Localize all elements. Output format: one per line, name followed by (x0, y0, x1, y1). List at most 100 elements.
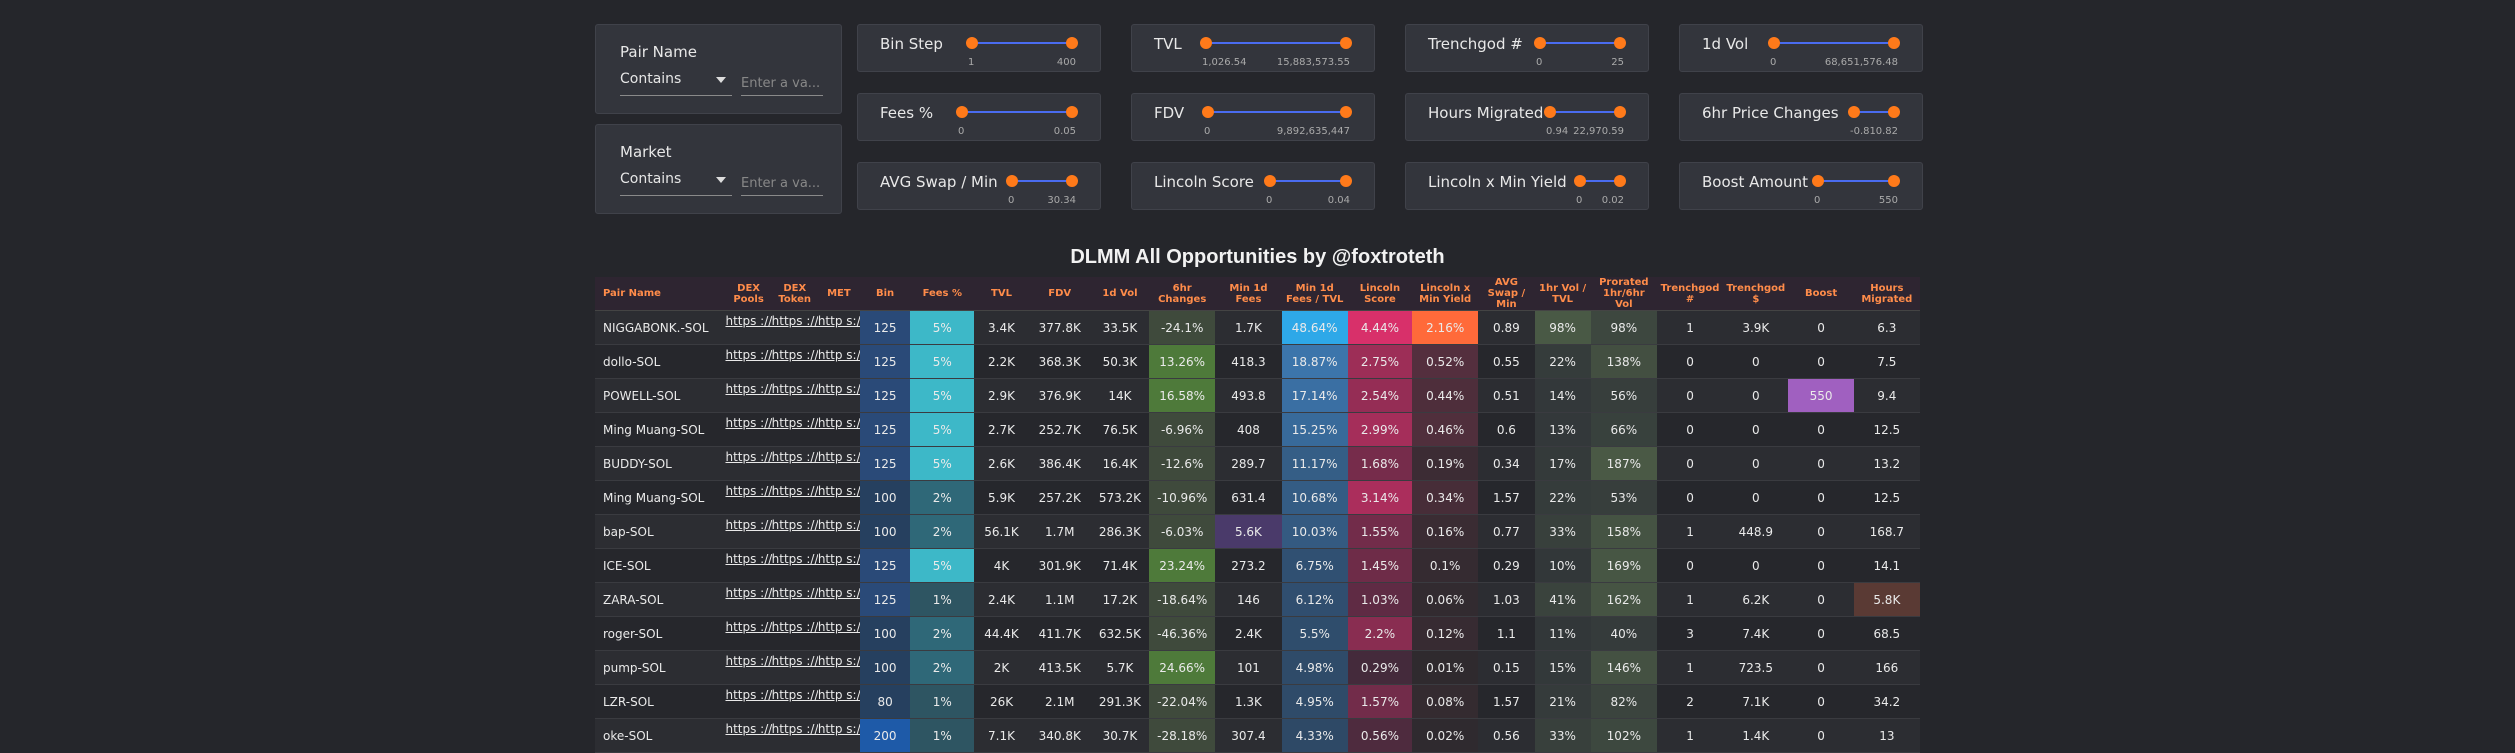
range-slider-track[interactable] (1264, 175, 1352, 187)
column-header[interactable]: Fees % (910, 277, 975, 311)
dex-pools-link[interactable]: https ://de (725, 718, 772, 753)
range-slider-track[interactable] (1544, 106, 1626, 118)
dex-pools-link[interactable]: https ://de (725, 582, 772, 617)
met-link[interactable]: http s://a (817, 480, 860, 515)
dex-token-link[interactable]: https ://de (771, 582, 818, 617)
met-link[interactable]: http s://a (817, 684, 860, 719)
met-link[interactable]: http s://a (817, 718, 860, 753)
column-header[interactable]: DEX Pools (725, 277, 772, 311)
range-slider-track[interactable] (1812, 175, 1900, 187)
column-header[interactable]: Min 1d Fees (1215, 277, 1282, 311)
range-slider-track[interactable] (966, 37, 1078, 49)
dex-pools-link[interactable]: https ://de (725, 480, 772, 515)
column-header[interactable]: TVL (974, 277, 1029, 311)
slider-min-handle[interactable] (1264, 175, 1276, 187)
dex-token-link[interactable]: https ://de (771, 412, 818, 447)
column-header[interactable]: Pair Name (595, 277, 726, 311)
met-link[interactable]: http s://a (817, 650, 860, 685)
range-slider-track[interactable] (1534, 37, 1626, 49)
slider-min-handle[interactable] (1544, 106, 1556, 118)
range-slider-track[interactable] (1200, 37, 1352, 49)
column-header[interactable]: FDV (1028, 277, 1091, 311)
slider-min-handle[interactable] (956, 106, 968, 118)
slider-max-handle[interactable] (1066, 37, 1078, 49)
slider-min-handle[interactable] (1574, 175, 1586, 187)
met-link[interactable]: http s://a (817, 344, 860, 379)
slider-max-handle[interactable] (1340, 37, 1352, 49)
slider-max-handle[interactable] (1614, 37, 1626, 49)
slider-max-handle[interactable] (1888, 106, 1900, 118)
dex-token-link[interactable]: https ://de (771, 548, 818, 583)
column-header[interactable]: DEX Token (771, 277, 818, 311)
met-link[interactable]: http s://a (817, 582, 860, 617)
dex-token-link[interactable]: https ://de (771, 378, 818, 413)
dex-pools-link[interactable]: https ://de (725, 446, 772, 481)
dex-pools-link[interactable]: https ://de (725, 616, 772, 651)
range-slider-track[interactable] (956, 106, 1078, 118)
filter-value-input[interactable] (741, 71, 823, 96)
dex-pools-link[interactable]: https ://de (725, 344, 772, 379)
met-link[interactable]: http s://a (817, 378, 860, 413)
dex-pools-link[interactable]: https ://de (725, 412, 772, 447)
dex-pools-link[interactable]: https ://de (725, 310, 772, 345)
filter-value-input[interactable] (741, 171, 823, 196)
dex-token-link[interactable]: https ://de (771, 650, 818, 685)
slider-min-handle[interactable] (1812, 175, 1824, 187)
range-slider-track[interactable] (1848, 106, 1900, 118)
dex-token-link[interactable]: https ://de (771, 344, 818, 379)
filter-operator-select[interactable]: Contains (620, 71, 732, 96)
column-header[interactable]: Min 1d Fees / TVL (1281, 277, 1348, 311)
column-header[interactable]: Trenchgod $ (1723, 277, 1789, 311)
dex-pools-link[interactable]: https ://de (725, 378, 772, 413)
met-link[interactable]: http s://a (817, 514, 860, 549)
dex-token-link[interactable]: https ://de (771, 684, 818, 719)
slider-min-handle[interactable] (1202, 106, 1214, 118)
dex-token-link[interactable]: https ://de (771, 480, 818, 515)
column-header[interactable]: Bin (859, 277, 911, 311)
column-header[interactable]: 6hr Changes (1149, 277, 1216, 311)
dex-token-link[interactable]: https ://de (771, 446, 818, 481)
range-slider-track[interactable] (1202, 106, 1352, 118)
range-slider-track[interactable] (1574, 175, 1626, 187)
column-header[interactable]: 1hr Vol / TVL (1534, 277, 1591, 311)
slider-min-handle[interactable] (1200, 37, 1212, 49)
slider-min-handle[interactable] (1006, 175, 1018, 187)
slider-max-handle[interactable] (1614, 106, 1626, 118)
met-link[interactable]: http s://a (817, 616, 860, 651)
column-header[interactable]: Boost (1788, 277, 1854, 311)
met-link[interactable]: http s://a (817, 310, 860, 345)
column-header[interactable]: Lincoln x Min Yield (1412, 277, 1479, 311)
dex-pools-link[interactable]: https ://de (725, 650, 772, 685)
column-header[interactable]: 1d Vol (1090, 277, 1150, 311)
slider-max-handle[interactable] (1340, 106, 1352, 118)
met-link[interactable]: http s://a (817, 548, 860, 583)
met-link[interactable]: http s://a (817, 412, 860, 447)
dex-pools-link[interactable]: https ://de (725, 548, 772, 583)
slider-max-handle[interactable] (1066, 175, 1078, 187)
slider-min-handle[interactable] (1848, 106, 1860, 118)
slider-min-handle[interactable] (1534, 37, 1546, 49)
column-header[interactable]: Lincoln Score (1347, 277, 1413, 311)
filter-operator-select[interactable]: Contains (620, 171, 732, 196)
column-header[interactable]: Hours Migrated (1853, 277, 1920, 311)
slider-max-handle[interactable] (1614, 175, 1626, 187)
dex-token-link[interactable]: https ://de (771, 514, 818, 549)
range-slider-track[interactable] (1006, 175, 1078, 187)
column-header[interactable]: Prorated 1hr/6hr Vol (1590, 277, 1657, 311)
slider-max-handle[interactable] (1340, 175, 1352, 187)
slider-max-handle[interactable] (1066, 106, 1078, 118)
dex-token-link[interactable]: https ://de (771, 718, 818, 753)
dex-token-link[interactable]: https ://de (771, 616, 818, 651)
slider-max-handle[interactable] (1888, 37, 1900, 49)
dex-pools-link[interactable]: https ://de (725, 684, 772, 719)
dex-token-link[interactable]: https ://de (771, 310, 818, 345)
slider-max-handle[interactable] (1888, 175, 1900, 187)
slider-min-handle[interactable] (1768, 37, 1780, 49)
column-header[interactable]: Trenchgod # (1656, 277, 1724, 311)
range-slider-track[interactable] (1768, 37, 1900, 49)
column-header[interactable]: MET (817, 277, 860, 311)
column-header[interactable]: AVG Swap / Min (1478, 277, 1535, 311)
slider-min-handle[interactable] (966, 37, 978, 49)
dex-pools-link[interactable]: https ://de (725, 514, 772, 549)
met-link[interactable]: http s://a (817, 446, 860, 481)
